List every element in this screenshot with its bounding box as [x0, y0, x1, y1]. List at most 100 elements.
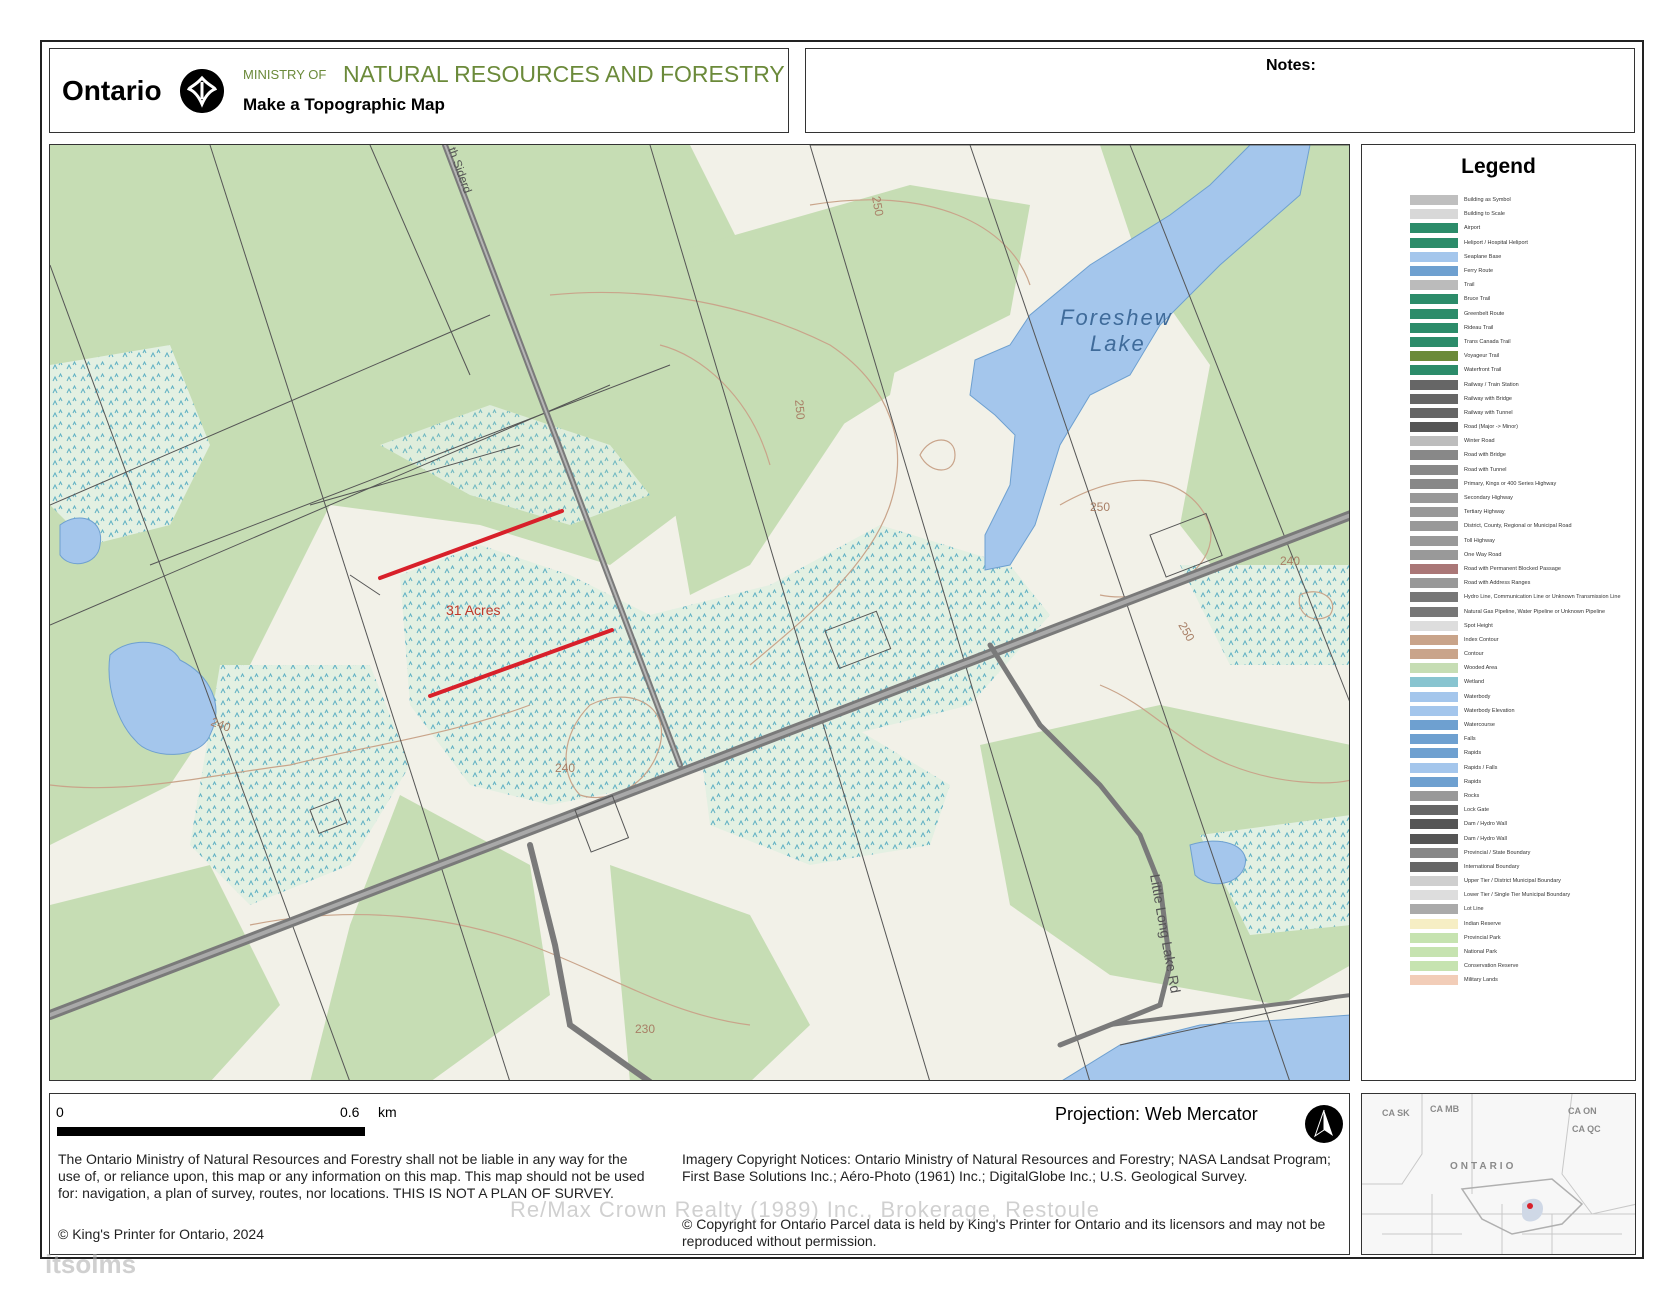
contour-label: 230 — [635, 1022, 655, 1036]
scale-bar — [57, 1127, 365, 1136]
scale-unit-label: km — [378, 1104, 397, 1120]
legend-item: Dam / Hydro Wall — [1410, 817, 1630, 831]
legend-item: Rocks — [1410, 789, 1630, 803]
legend-swatch — [1410, 464, 1458, 475]
legend-item-label: Road with Address Ranges — [1464, 580, 1531, 587]
legend-swatch — [1410, 790, 1458, 801]
brokerage-watermark: Re/Max Crown Realty (1989) Inc., Brokera… — [510, 1197, 1101, 1222]
contour-label: 250 — [1175, 620, 1197, 645]
legend-item-label: Contour — [1464, 651, 1484, 658]
legend-item-label: Provincial Park — [1464, 934, 1501, 941]
legend-item: Wetland — [1410, 675, 1630, 689]
legend-item: Seaplane Base — [1410, 250, 1630, 264]
legend-item-label: Waterbody — [1464, 693, 1491, 700]
legend-swatch — [1410, 592, 1458, 603]
legend-item: Road with Bridge — [1410, 448, 1630, 462]
legend-item: Toll Highway — [1410, 534, 1630, 548]
legend-item-label: Hydro Line, Communication Line or Unknow… — [1464, 594, 1621, 601]
legend-item-label: Toll Highway — [1464, 537, 1495, 544]
lake-south-east — [1062, 1014, 1349, 1080]
legend-swatch — [1410, 493, 1458, 504]
legend-swatch — [1410, 294, 1458, 305]
ontario-wordmark: Ontario — [62, 75, 162, 106]
legend-item-label: Wooded Area — [1464, 665, 1498, 672]
legend-item-label: District, County, Regional or Municipal … — [1464, 523, 1572, 530]
notes-label: Notes: — [1266, 57, 1316, 74]
legend-item-label: Railway with Tunnel — [1464, 409, 1513, 416]
legend-item: District, County, Regional or Municipal … — [1410, 519, 1630, 533]
legend-swatch — [1410, 365, 1458, 376]
legend-item: National Park — [1410, 945, 1630, 959]
legend-swatch — [1410, 748, 1458, 759]
listing-source-watermark: itsolms — [45, 1249, 137, 1279]
legend-title: Legend — [1461, 155, 1536, 178]
legend-item: Building to Scale — [1410, 207, 1630, 221]
legend-item: Waterfront Trail — [1410, 363, 1630, 377]
legend-item: Conservation Reserve — [1410, 959, 1630, 973]
legend-item: Railway with Bridge — [1410, 392, 1630, 406]
legend-swatch — [1410, 620, 1458, 631]
legend-item: One Way Road — [1410, 548, 1630, 562]
legend-item-label: Seaplane Base — [1464, 253, 1502, 260]
overview-inset-map[interactable]: CA SK CA MB CA QC CA ON ONTARIO — [1361, 1093, 1636, 1255]
map-subtitle: Make a Topographic Map — [243, 95, 445, 114]
inset-region-label: CA ON — [1568, 1106, 1597, 1116]
legend-item-label: Heliport / Hospital Heliport — [1464, 239, 1528, 246]
legend-swatch — [1410, 336, 1458, 347]
inset-canvas: CA SK CA MB CA QC CA ON ONTARIO — [1362, 1094, 1635, 1254]
legend-item-label: Road (Major -> Minor) — [1464, 424, 1518, 431]
contour-label: 250 — [792, 399, 808, 420]
topographic-map[interactable]: Foreshew Lake 31 Acres th Siderd Little … — [49, 144, 1350, 1081]
legend-swatch — [1410, 450, 1458, 461]
legend-item-label: One Way Road — [1464, 551, 1502, 558]
legend-item-label: Rapids — [1464, 750, 1482, 757]
legend-swatch — [1410, 890, 1458, 901]
legend-item: Hydro Line, Communication Line or Unknow… — [1410, 590, 1630, 604]
legend-swatch — [1410, 308, 1458, 319]
legend-item: Lower Tier / Single Tier Municipal Bound… — [1410, 888, 1630, 902]
north-arrow-icon — [1305, 1105, 1343, 1143]
legend-item: Dam / Hydro Wall — [1410, 831, 1630, 845]
legend-item-label: Natural Gas Pipeline, Water Pipeline or … — [1464, 608, 1606, 615]
kings-printer-copyright: © King's Printer for Ontario, 2024 — [58, 1226, 264, 1242]
legend-swatch — [1410, 918, 1458, 929]
ministry-prefix: MINISTRY OF — [243, 67, 327, 82]
legend-item-label: Military Lands — [1464, 977, 1498, 984]
legend-panel: Legend Building as Symbol Building to Sca… — [1361, 144, 1636, 1081]
legend-swatch — [1410, 209, 1458, 220]
legend-item-label: Airport — [1464, 225, 1481, 232]
legend-item: Provincial Park — [1410, 931, 1630, 945]
legend-item-label: Lot Line — [1464, 906, 1484, 913]
legend-item-label: Greenbelt Route — [1464, 310, 1505, 317]
legend-item-label: Ferry Route — [1464, 268, 1494, 275]
legend-item-label: Road with Bridge — [1464, 452, 1506, 459]
lake-label-line1: Foreshew — [1060, 305, 1173, 330]
legend-swatch — [1410, 563, 1458, 574]
legend-swatch — [1410, 280, 1458, 291]
legend-item: Road (Major -> Minor) — [1410, 420, 1630, 434]
lake-label-line2: Lake — [1090, 331, 1146, 356]
legend-item-label: Dam / Hydro Wall — [1464, 821, 1507, 828]
legend-item: Rapids — [1410, 775, 1630, 789]
legend-item-label: Railway with Bridge — [1464, 395, 1512, 402]
legend-item-label: Lower Tier / Single Tier Municipal Bound… — [1464, 892, 1571, 899]
legend-item-label: Trans Canada Trail — [1464, 338, 1511, 345]
scale-start-label: 0 — [56, 1104, 64, 1120]
legend-swatch — [1410, 805, 1458, 816]
ontario-trillium-icon — [180, 69, 224, 113]
small-pond-west — [59, 517, 102, 565]
legend-item: Rapids / Falls — [1410, 761, 1630, 775]
legend-item-label: Railway / Train Station — [1464, 381, 1519, 388]
legend-swatch — [1410, 578, 1458, 589]
legend-item: International Boundary — [1410, 860, 1630, 874]
notes-panel: Notes: — [805, 48, 1635, 133]
legend-swatch — [1410, 904, 1458, 915]
legend-item-label: Primary, Kings or 400 Series Highway — [1464, 480, 1557, 487]
legend-item: Ferry Route — [1410, 264, 1630, 278]
projection-label: Projection: Web Mercator — [1055, 1104, 1258, 1124]
inset-region-label: CA MB — [1430, 1104, 1460, 1114]
legend-swatch — [1410, 266, 1458, 277]
legend-item: Upper Tier / District Municipal Boundary — [1410, 874, 1630, 888]
legend-swatch — [1410, 634, 1458, 645]
legend-item-label: Dam / Hydro Wall — [1464, 835, 1507, 842]
